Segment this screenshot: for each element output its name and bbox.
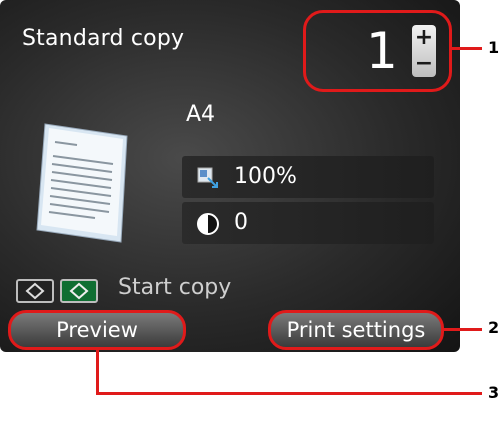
preview-button[interactable]: Preview xyxy=(8,310,186,350)
copies-count: 1 xyxy=(366,22,398,80)
callout-3: 3 xyxy=(488,383,500,402)
print-settings-button[interactable]: Print settings xyxy=(268,310,444,350)
start-copy-text: Start copy xyxy=(118,275,232,300)
density-value: 0 xyxy=(234,210,248,235)
callout-1: 1 xyxy=(488,38,500,57)
copies-control[interactable]: 1 + − xyxy=(303,10,452,92)
magnification-value: 100% xyxy=(234,164,297,189)
color-start-key-icon xyxy=(60,279,98,303)
density-setting[interactable]: 0 xyxy=(182,202,434,244)
copy-screen: Standard copy 1 + − A4 100% 0 Start copy xyxy=(0,0,460,352)
plus-icon[interactable]: + xyxy=(412,25,436,51)
callout-2: 2 xyxy=(488,318,500,337)
screen-title: Standard copy xyxy=(22,26,185,51)
document-preview-icon xyxy=(36,123,128,243)
paper-size-label: A4 xyxy=(186,102,216,127)
black-start-key-icon xyxy=(16,279,54,303)
minus-icon[interactable]: − xyxy=(412,51,436,77)
callout-line-3-horizontal xyxy=(96,392,482,395)
callout-line-1 xyxy=(452,47,482,50)
magnification-setting[interactable]: 100% xyxy=(182,156,434,198)
copies-stepper[interactable]: + − xyxy=(412,25,436,77)
callout-line-3-vertical xyxy=(96,350,99,394)
magnification-icon xyxy=(197,167,218,188)
contrast-icon xyxy=(197,213,219,235)
callout-line-2 xyxy=(444,328,482,331)
